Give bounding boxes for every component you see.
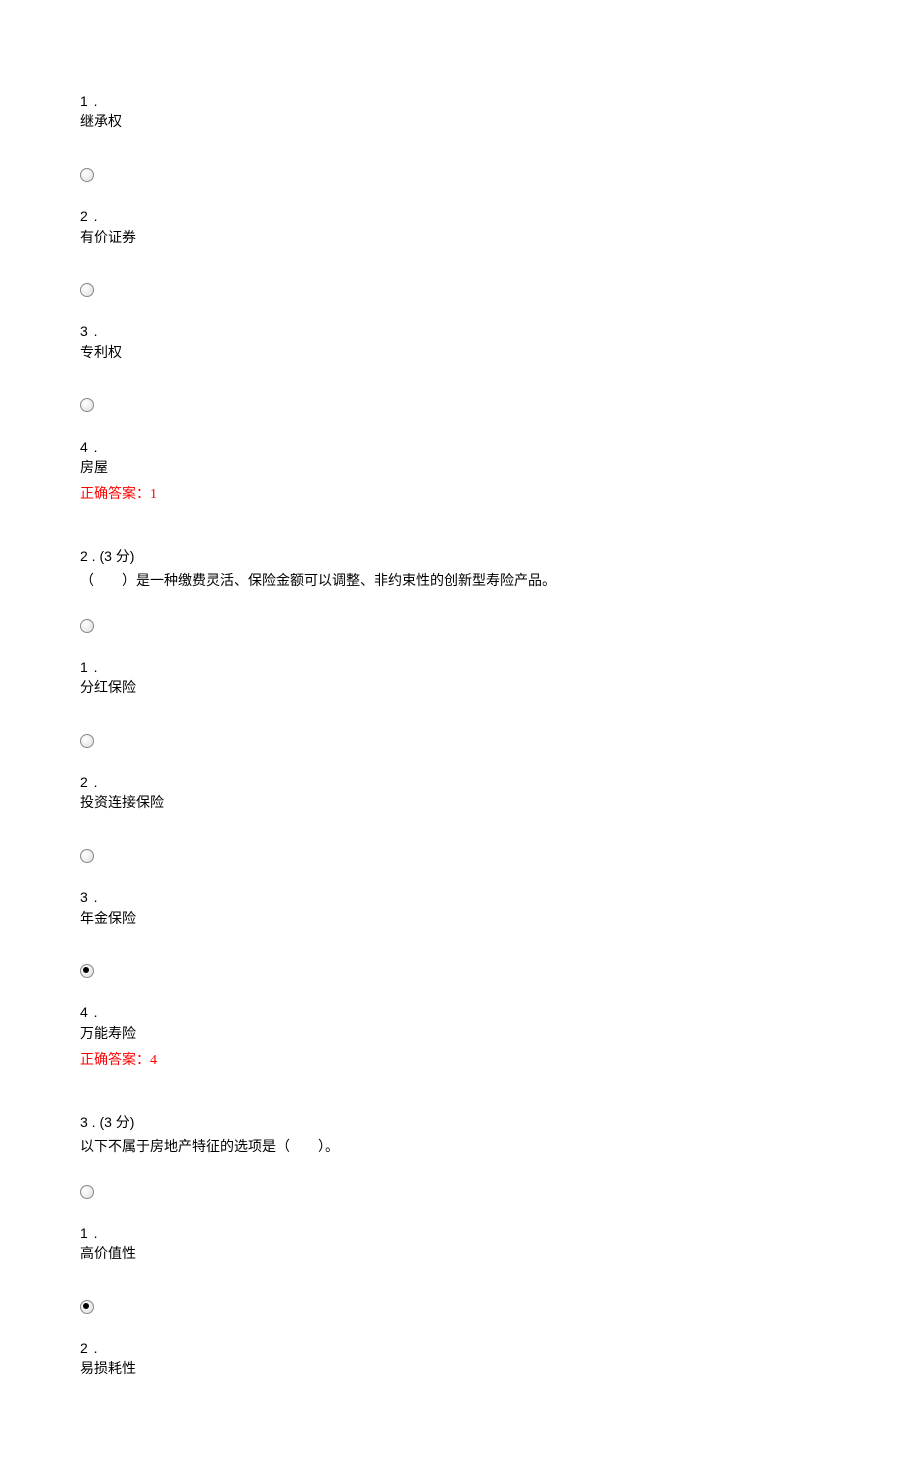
q2-option-2: 2 . 投资连接保险 <box>80 771 840 816</box>
option-number: 3 . <box>80 886 840 908</box>
option-number: 1 . <box>80 1222 840 1244</box>
option-text: 万能寿险 <box>80 1024 840 1046</box>
option-text: 易损耗性 <box>80 1359 840 1381</box>
radio-icon[interactable] <box>80 168 94 182</box>
option-number: 2 . <box>80 1337 840 1359</box>
q1-correct-answer: 正确答案：1 <box>80 484 840 506</box>
option-text: 分红保险 <box>80 678 840 700</box>
q1-option-4: 4 . 房屋 <box>80 436 840 481</box>
q3-radio-1-row <box>80 1179 840 1201</box>
q1-radio-3-row <box>80 278 840 300</box>
q2-radio-1-row <box>80 613 840 635</box>
q1-radio-2-row <box>80 163 840 185</box>
option-text: 高价值性 <box>80 1244 840 1266</box>
q2-radio-2-row <box>80 729 840 751</box>
option-text: 年金保险 <box>80 909 840 931</box>
option-text: 专利权 <box>80 343 840 365</box>
option-text: 继承权 <box>80 112 840 134</box>
option-number: 1 . <box>80 656 840 678</box>
q3-option-2: 2 . 易损耗性 <box>80 1337 840 1382</box>
option-number: 4 . <box>80 436 840 458</box>
q2-header: 2 . (3 分) <box>80 545 840 567</box>
radio-icon[interactable] <box>80 619 94 633</box>
q2-correct-answer: 正确答案：4 <box>80 1050 840 1072</box>
radio-icon[interactable] <box>80 398 94 412</box>
q3-radio-2-row <box>80 1295 840 1317</box>
q3-text: 以下不属于房地产特征的选项是（ ）。 <box>80 1137 840 1159</box>
option-number: 4 . <box>80 1001 840 1023</box>
q2-radio-4-row <box>80 959 840 981</box>
radio-icon[interactable] <box>80 734 94 748</box>
q3-option-1: 1 . 高价值性 <box>80 1222 840 1267</box>
q1-option-2: 2 . 有价证券 <box>80 205 840 250</box>
radio-icon[interactable] <box>80 849 94 863</box>
radio-icon[interactable] <box>80 283 94 297</box>
q3-header: 3 . (3 分) <box>80 1111 840 1133</box>
option-number: 3 . <box>80 320 840 342</box>
q2-text: （ ）是一种缴费灵活、保险金额可以调整、非约束性的创新型寿险产品。 <box>80 571 840 593</box>
q1-option-3: 3 . 专利权 <box>80 320 840 365</box>
radio-icon[interactable] <box>80 1185 94 1199</box>
q2-radio-3-row <box>80 844 840 866</box>
radio-icon-selected[interactable] <box>80 964 94 978</box>
q2-option-4: 4 . 万能寿险 <box>80 1001 840 1046</box>
option-text: 投资连接保险 <box>80 793 840 815</box>
option-number: 2 . <box>80 771 840 793</box>
option-text: 房屋 <box>80 458 840 480</box>
q1-radio-4-row <box>80 393 840 415</box>
q2-option-3: 3 . 年金保险 <box>80 886 840 931</box>
option-number: 2 . <box>80 205 840 227</box>
q1-option-1: 1 . 继承权 <box>80 90 840 135</box>
q2-option-1: 1 . 分红保险 <box>80 656 840 701</box>
option-number: 1 . <box>80 90 840 112</box>
option-text: 有价证券 <box>80 228 840 250</box>
